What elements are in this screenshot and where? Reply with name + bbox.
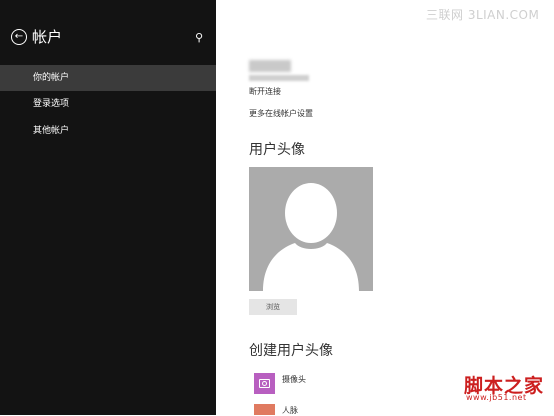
sidebar: ← 帐户 ⚲ 你的帐户 登录选项 其他帐户 [0,0,216,415]
sidebar-title: 帐户 [32,28,63,46]
back-arrow-icon[interactable]: ← [11,29,27,45]
site-logo-url: www.jb51.net [466,393,527,402]
sidebar-item-sign-in-options[interactable]: 登录选项 [0,91,216,117]
more-online-settings-link[interactable]: 更多在线帐户设置 [249,108,313,119]
people-icon[interactable] [254,404,275,415]
account-picture-heading: 用户头像 [249,142,305,158]
people-app-label[interactable]: 人脉 [282,405,298,416]
create-picture-heading: 创建用户头像 [249,343,333,359]
camera-icon[interactable] [254,373,275,394]
search-icon[interactable]: ⚲ [195,31,203,44]
browse-button[interactable]: 浏览 [249,299,297,315]
account-name-blurred [249,60,291,72]
avatar [249,167,373,291]
disconnect-link[interactable]: 断开连接 [249,86,281,97]
sidebar-item-other-accounts[interactable]: 其他帐户 [0,118,216,144]
sidebar-item-your-account[interactable]: 你的帐户 [0,65,216,91]
watermark: 三联网 3LIAN.COM [426,8,540,22]
account-email-blurred [249,75,309,81]
default-user-icon [263,183,359,291]
camera-app-label[interactable]: 摄像头 [282,374,306,385]
